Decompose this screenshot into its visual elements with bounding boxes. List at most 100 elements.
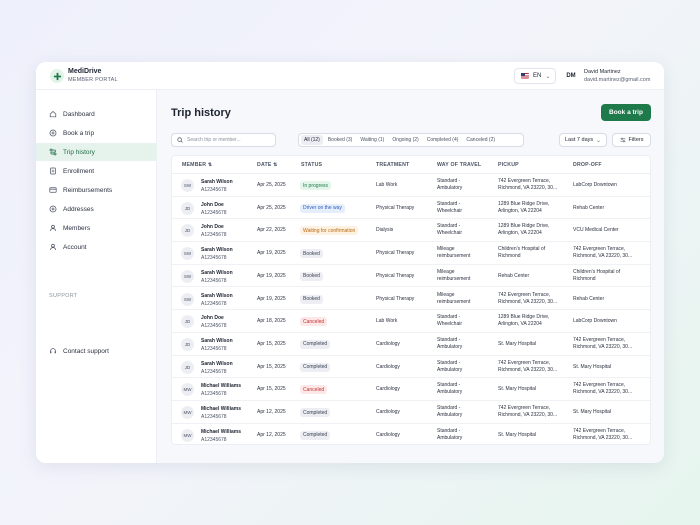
table-row[interactable]: MW Michael Williams A12345678 Apr 12, 2025 C… bbox=[172, 401, 650, 424]
pickup-line1: 742 Evergreen Terrace, bbox=[498, 405, 551, 411]
column-header-pickup: PICKUP bbox=[498, 162, 519, 168]
filters-button[interactable]: Filters bbox=[612, 133, 651, 147]
filter-waiting[interactable]: Waiting (1) bbox=[357, 135, 387, 145]
filter-ongoing[interactable]: Ongoing (2) bbox=[389, 135, 421, 145]
sidebar-item-label: Account bbox=[63, 243, 87, 251]
way-of-travel-line2: Ambulatory bbox=[437, 389, 463, 396]
way-of-travel-line1: Mileage bbox=[437, 268, 455, 275]
date-range-select[interactable]: Last 7 days ⌄ bbox=[559, 133, 607, 147]
pickup-line1: 742 Evergreen Terrace, bbox=[498, 178, 551, 184]
sidebar-item-dashboard[interactable]: Dashboard bbox=[36, 105, 157, 123]
pickup-line1: 742 Evergreen Terrace, bbox=[498, 291, 551, 298]
treatment: Physical Therapy bbox=[376, 272, 415, 279]
dropoff-line2: Richmond bbox=[573, 275, 596, 282]
table-row[interactable]: JD Sarah Wilson A12345678 Apr 15, 2025 Compl… bbox=[172, 356, 650, 379]
sidebar-item-contact-support[interactable]: Contact support bbox=[36, 342, 157, 360]
table-row[interactable]: MW Michael Williams A12345678 Apr 12, 2025 C… bbox=[172, 424, 650, 444]
dropoff-line1: St. Mary Hospital bbox=[573, 409, 612, 415]
sidebar-item-book-a-trip[interactable]: Book a trip bbox=[36, 124, 157, 142]
member-avatar: JD bbox=[181, 337, 194, 351]
table-row[interactable]: SW Sarah Wilson A12345678 Apr 19, 2025 Booke… bbox=[172, 265, 650, 288]
users-icon bbox=[49, 224, 57, 232]
sidebar-item-enrollment[interactable]: Enrollment bbox=[36, 162, 157, 180]
support-section-label: SUPPORT bbox=[49, 293, 78, 299]
pickup-line1: Children's Hospital of bbox=[498, 246, 546, 253]
column-header-member[interactable]: MEMBER ⇅ bbox=[182, 162, 212, 168]
dropoff-line1: 742 Evergreen Terrace, bbox=[573, 246, 626, 253]
way-of-travel-line2: Ambulatory bbox=[437, 185, 463, 191]
member-name: Sarah Wilson bbox=[201, 360, 233, 367]
table-row[interactable]: SW Sarah Wilson A12345678 Apr 19, 2025 Booke… bbox=[172, 288, 650, 311]
way-of-travel-line2: reimbursement bbox=[437, 298, 471, 305]
way-of-travel-line2: reimbursement bbox=[437, 253, 471, 260]
table-row[interactable]: JD Sarah Wilson A12345678 Apr 15, 2025 Compl… bbox=[172, 333, 650, 356]
member-avatar: JD bbox=[181, 201, 194, 215]
status-badge: Completed bbox=[300, 430, 331, 440]
sidebar-item-account[interactable]: Account bbox=[36, 238, 157, 256]
way-of-travel-line2: Wheelchair bbox=[437, 207, 463, 214]
member-id: A12345678 bbox=[201, 368, 227, 375]
column-header-date[interactable]: DATE ⇅ bbox=[257, 162, 278, 168]
treatment: Lab Work bbox=[376, 318, 398, 325]
sidebar-item-reimbursements[interactable]: Reimbursements bbox=[36, 181, 157, 199]
dropoff-line2: Richmond, VA 23220, 30... bbox=[573, 253, 633, 260]
status-badge: Canceled bbox=[300, 385, 328, 395]
way-of-travel-line2: Ambulatory bbox=[437, 366, 463, 373]
sidebar-item-addresses[interactable]: Addresses bbox=[36, 200, 157, 218]
table-row[interactable]: SW Sarah Wilson A12345678 Apr 25, 2025 In pr… bbox=[172, 174, 650, 197]
filter-booked[interactable]: Booked (3) bbox=[325, 135, 355, 145]
table-row[interactable]: MW Michael Williams A12345678 Apr 15, 2025 C… bbox=[172, 378, 650, 401]
search-input[interactable] bbox=[187, 137, 272, 143]
book-a-trip-button[interactable]: Book a trip bbox=[601, 104, 651, 121]
status-badge: Completed bbox=[300, 408, 331, 417]
way-of-travel-line1: Standard - bbox=[437, 336, 461, 343]
dropoff-line1: Rehab Center bbox=[573, 204, 605, 211]
column-header-way-of-travel: WAY OF TRAVEL bbox=[437, 162, 482, 168]
sidebar-item-label: Addresses bbox=[63, 205, 94, 213]
sidebar-item-members[interactable]: Members bbox=[36, 219, 157, 237]
dropoff-line1: St. Mary Hospital bbox=[573, 363, 612, 370]
treatment: Cardiology bbox=[376, 363, 400, 370]
filter-canceled[interactable]: Canceled (2) bbox=[463, 135, 498, 145]
location-icon bbox=[49, 205, 57, 213]
treatment: Cardiology bbox=[376, 431, 400, 438]
way-of-travel-line1: Standard - bbox=[437, 382, 461, 389]
dropoff-line1: VCU Medical Center bbox=[573, 227, 619, 234]
user-avatar[interactable]: DM bbox=[564, 70, 578, 82]
language-selector[interactable]: EN ⌄ bbox=[514, 68, 556, 84]
search-box[interactable] bbox=[171, 133, 276, 147]
card-icon bbox=[49, 186, 57, 194]
dropoff-line1: 742 Evergreen Terrace, bbox=[573, 336, 626, 343]
dropoff-line1: Children's Hospital of bbox=[573, 268, 621, 275]
pickup-line1: Rehab Center bbox=[498, 272, 530, 279]
member-name: Sarah Wilson bbox=[201, 337, 233, 344]
way-of-travel-line1: Mileage bbox=[437, 291, 455, 298]
user-icon bbox=[49, 243, 57, 251]
table-row[interactable]: JD John Doe A12345678 Apr 25, 2025 Driver on… bbox=[172, 197, 650, 220]
table-row[interactable]: JD John Doe A12345678 Apr 22, 2025 Waiting f… bbox=[172, 219, 650, 243]
member-id: A12345678 bbox=[201, 255, 227, 262]
us-flag-icon bbox=[521, 73, 529, 79]
member-id: A12345678 bbox=[201, 323, 227, 330]
member-name: John Doe bbox=[201, 315, 224, 322]
member-avatar: JD bbox=[181, 224, 194, 238]
sidebar-item-trip-history[interactable]: Trip history bbox=[36, 143, 157, 161]
way-of-travel-line1: Mileage bbox=[437, 246, 455, 253]
member-id: A12345678 bbox=[201, 232, 227, 239]
filter-completed[interactable]: Completed (4) bbox=[424, 135, 462, 145]
trip-date: Apr 25, 2025 bbox=[257, 182, 286, 188]
status-badge: Canceled bbox=[300, 317, 328, 327]
app-subtitle: MEMBER PORTAL bbox=[68, 77, 118, 83]
table-row[interactable]: JD John Doe A12345678 Apr 18, 2025 Canceled L… bbox=[172, 310, 650, 333]
trip-date: Apr 19, 2025 bbox=[257, 295, 286, 302]
dropoff-line1: 742 Evergreen Terrace, bbox=[573, 382, 626, 389]
table-row[interactable]: SW Sarah Wilson A12345678 Apr 19, 2025 Booke… bbox=[172, 242, 650, 265]
headset-icon bbox=[49, 347, 57, 355]
trip-date: Apr 15, 2025 bbox=[257, 386, 286, 393]
member-name: Sarah Wilson bbox=[201, 292, 233, 299]
dropoff-line2: Richmond, VA 23220, 30... bbox=[573, 343, 633, 350]
pickup-line2: Arlington, VA 22204 bbox=[498, 207, 542, 214]
dropoff-line1: Rehab Center bbox=[573, 295, 605, 302]
filter-all[interactable]: All (12) bbox=[301, 135, 323, 145]
member-avatar: SW bbox=[181, 179, 194, 192]
